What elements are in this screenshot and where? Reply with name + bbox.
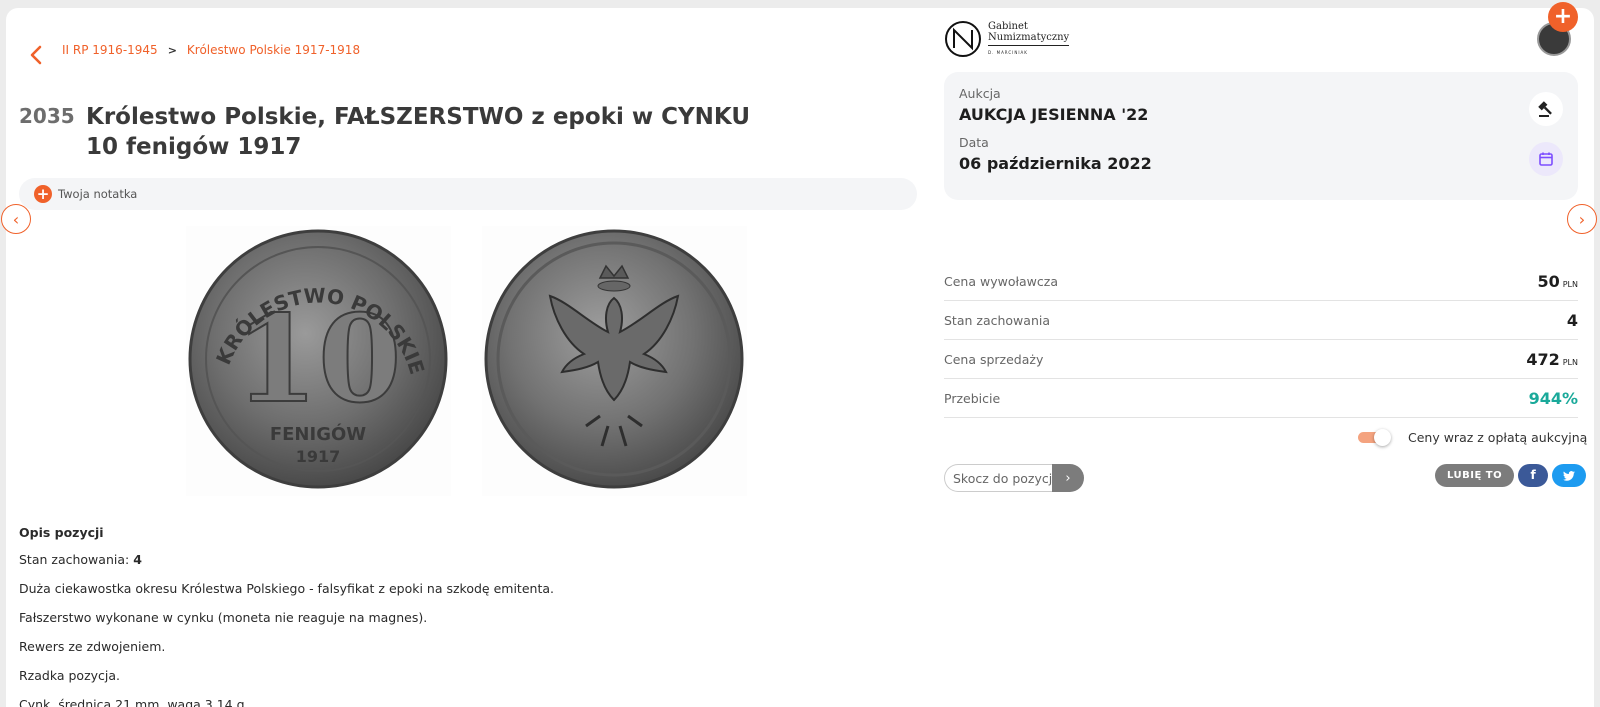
- description-grade-value: 4: [133, 552, 142, 567]
- logo-text: Gabinet Numizmatyczny D. MARCINIAK: [988, 20, 1070, 58]
- note-label: Twoja notatka: [58, 187, 138, 201]
- grade-value: 4: [1566, 310, 1578, 330]
- price-row-starting: Cena wywoławcza 50 PLN: [944, 262, 1578, 301]
- description-paragraph: Fałszerstwo wykonane w cynku (moneta nie…: [19, 610, 428, 625]
- jump-go-button[interactable]: ›: [1052, 464, 1084, 492]
- page-title: Królestwo Polskie, FAŁSZERSTWO z epoki w…: [86, 104, 751, 160]
- sale-price-currency: PLN: [1562, 357, 1578, 367]
- twitter-icon: [1563, 470, 1576, 481]
- auction-house-logo[interactable]: Gabinet Numizmatyczny D. MARCINIAK: [944, 20, 1070, 58]
- auction-label: Aukcja: [959, 86, 1001, 101]
- price-row-markup: Przebicie 944%: [944, 379, 1578, 418]
- jump-to-lot: ›: [944, 464, 1085, 492]
- lot-number: 2035: [19, 104, 75, 128]
- calendar-icon[interactable]: [1529, 142, 1563, 176]
- toggle-knob: [1374, 429, 1391, 446]
- chevron-right-icon: ›: [1065, 470, 1071, 486]
- starting-price-amount: 50: [1537, 271, 1560, 291]
- description-paragraph: Rzadka pozycja.: [19, 668, 121, 683]
- note-bar[interactable]: + Twoja notatka: [19, 178, 917, 210]
- description-paragraph: Cynk, średnica 21 mm, waga 3.14 g: [19, 697, 245, 707]
- sale-price-amount: 472: [1526, 349, 1560, 369]
- social-buttons: LUBIĘ TO f: [1435, 464, 1587, 487]
- plus-icon: +: [34, 185, 52, 203]
- coin-reverse-image[interactable]: [482, 226, 747, 496]
- starting-price-value: 50 PLN: [1537, 272, 1578, 291]
- sale-price-value: 472 PLN: [1526, 350, 1578, 369]
- previous-lot-button[interactable]: ‹: [1, 204, 31, 234]
- date-label: Data: [959, 135, 989, 150]
- coin-obverse-image[interactable]: 10 KRÓLESTWO POLSKIE FENIGÓW 1917: [186, 226, 451, 496]
- fee-toggle[interactable]: [1358, 428, 1392, 446]
- facebook-share-button[interactable]: f: [1518, 464, 1549, 487]
- coin-obverse-graphic: 10 KRÓLESTWO POLSKIE FENIGÓW 1917: [188, 229, 448, 489]
- description-grade: Stan zachowania: 4: [19, 552, 899, 568]
- description-title: Opis pozycji: [19, 525, 104, 540]
- description-grade-label: Stan zachowania:: [19, 552, 130, 567]
- price-table: Cena wywoławcza 50 PLN Stan zachowania 4 …: [944, 262, 1578, 418]
- sale-price-label: Cena sprzedaży: [944, 351, 1044, 367]
- auction-name[interactable]: AUKCJA JESIENNA '22: [959, 105, 1148, 124]
- next-lot-button[interactable]: ›: [1567, 204, 1597, 234]
- add-button[interactable]: +: [1548, 2, 1578, 32]
- markup-value: 944%: [1528, 388, 1578, 408]
- price-row-sale: Cena sprzedaży 472 PLN: [944, 340, 1578, 379]
- logo-line-1: Gabinet: [988, 20, 1028, 32]
- svg-text:1917: 1917: [296, 447, 341, 466]
- fee-toggle-label: Ceny wraz z opłatą aukcyjną: [1408, 429, 1588, 445]
- gn-logo-icon: [945, 21, 981, 57]
- logo-line-2: Numizmatyczny: [988, 31, 1070, 43]
- coin-reverse-graphic: [484, 229, 744, 489]
- breadcrumb: II RP 1916-1945 > Królestwo Polskie 1917…: [62, 43, 360, 57]
- svg-text:FENIGÓW: FENIGÓW: [270, 423, 366, 445]
- twitter-share-button[interactable]: [1552, 464, 1587, 487]
- breadcrumb-separator: >: [167, 43, 177, 57]
- price-row-grade: Stan zachowania 4: [944, 301, 1578, 340]
- grade-label: Stan zachowania: [944, 312, 1050, 328]
- gavel-icon[interactable]: [1529, 92, 1563, 126]
- starting-price-currency: PLN: [1562, 279, 1578, 289]
- like-button[interactable]: LUBIĘ TO: [1435, 464, 1515, 487]
- logo-line-3: D. MARCINIAK: [988, 44, 1070, 58]
- starting-price-label: Cena wywoławcza: [944, 273, 1058, 289]
- back-chevron-icon[interactable]: [28, 44, 44, 66]
- auction-info-panel: Aukcja AUKCJA JESIENNA '22 Data 06 paźdz…: [944, 72, 1578, 200]
- fee-toggle-row: Ceny wraz z opłatą aukcyjną: [1358, 428, 1587, 446]
- chevron-left-icon: ‹: [12, 209, 20, 229]
- auction-date: 06 października 2022: [959, 154, 1152, 173]
- description-paragraph: Duża ciekawostka okresu Królestwa Polski…: [19, 581, 554, 596]
- chevron-right-icon: ›: [1578, 209, 1586, 229]
- description-paragraph: Rewers ze zdwojeniem.: [19, 639, 166, 654]
- breadcrumb-item-ii-rp[interactable]: II RP 1916-1945: [62, 43, 158, 57]
- markup-label: Przebicie: [944, 390, 1001, 406]
- breadcrumb-item-krolestwo[interactable]: Królestwo Polskie 1917-1918: [187, 43, 360, 57]
- jump-input[interactable]: [944, 464, 1052, 492]
- lot-description: Opis pozycji Stan zachowania: 4 Duża cie…: [19, 525, 899, 707]
